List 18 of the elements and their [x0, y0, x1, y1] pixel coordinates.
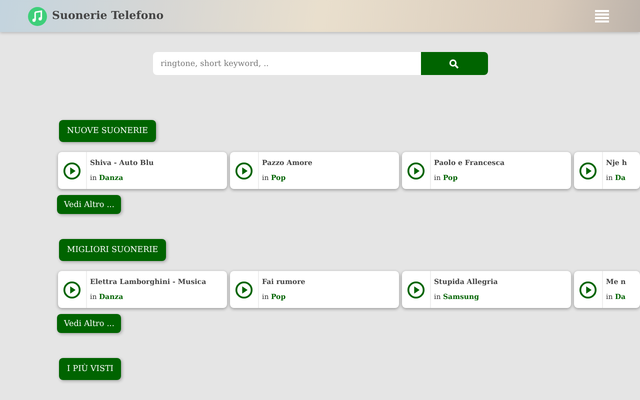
site-title[interactable]: Suonerie Telefono — [52, 8, 164, 24]
search-field[interactable]: ringtone, short keyword, .. — [152, 52, 420, 75]
search-icon — [449, 58, 459, 68]
section-title: NUOVE SUONERIE — [59, 120, 156, 142]
search-button[interactable] — [420, 52, 488, 75]
play-icon[interactable] — [63, 280, 81, 298]
play-icon[interactable] — [63, 162, 81, 180]
play-icon[interactable] — [407, 280, 425, 298]
see-more-button[interactable]: Vedi Altro ... — [57, 314, 122, 333]
play-icon[interactable] — [579, 162, 597, 180]
play-icon[interactable] — [235, 162, 253, 180]
play-icon[interactable] — [407, 162, 425, 180]
music-note-icon — [28, 6, 47, 26]
play-icon[interactable] — [579, 280, 597, 298]
section-title: MIGLIORI SUONERIE — [59, 239, 166, 261]
see-more-button[interactable]: Vedi Altro ... — [57, 195, 122, 214]
section-title: I PIÙ VISTI — [59, 358, 122, 380]
play-icon[interactable] — [235, 280, 253, 298]
